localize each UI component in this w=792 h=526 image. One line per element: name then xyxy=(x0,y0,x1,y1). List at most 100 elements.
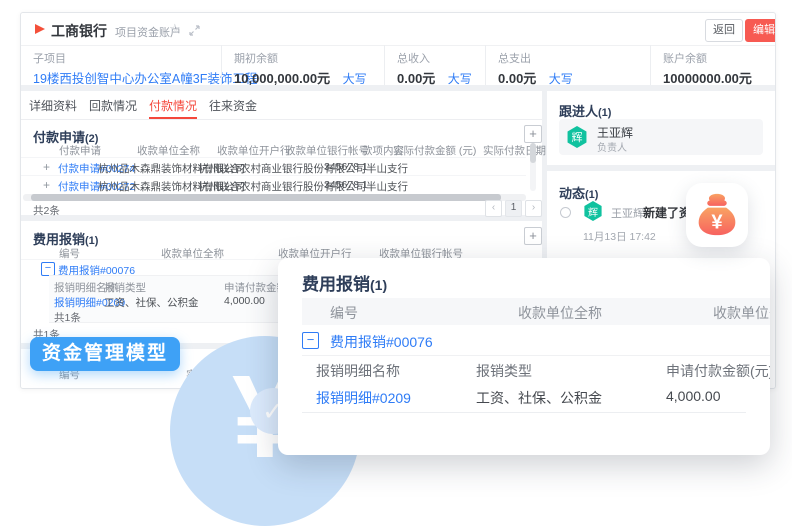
col-header: 收款单位银行帐号 xyxy=(285,143,369,158)
popup-title-text: 费用报销 xyxy=(302,275,370,294)
col-header: 收款单位全称 xyxy=(137,143,200,158)
activity-count: (1) xyxy=(585,189,598,201)
popup-detail-row[interactable]: 报销明细#0209 工资、社保、公积金 4,000.00 xyxy=(302,380,746,413)
tab-receipts[interactable]: 回款情况 xyxy=(89,97,141,114)
activity-user: 王亚辉 xyxy=(611,205,644,221)
popup-detail-col-header: 申请付款金额(元) xyxy=(666,361,770,381)
tab-details[interactable]: 详细资料 xyxy=(29,97,81,114)
col-header: 付款申请 xyxy=(59,143,101,158)
popup-detail-type: 工资、社保、公积金 xyxy=(476,388,602,408)
tab-payments[interactable]: 付款情况 xyxy=(149,97,201,114)
moneybag-app-icon: ¥ xyxy=(686,183,748,247)
summary-field-subproject: 子项目 19楼西投创智中心办公室A幢3F装饰工程 xyxy=(21,45,221,85)
back-button[interactable]: 返回 xyxy=(705,19,743,42)
popup-col-header: 编号 xyxy=(330,303,358,323)
followers-title-text: 跟进人 xyxy=(559,104,598,119)
payments-total: 共2条 xyxy=(33,203,60,218)
expense-zoom-popup: 费用报销(1) 编号 收款单位全称 收款单位开户行 − 费用报销#00076 报… xyxy=(278,258,770,455)
popup-title: 费用报销(1) xyxy=(302,270,387,295)
detail-total: 共1条 xyxy=(54,310,81,325)
field-value: 0.00元 xyxy=(397,71,435,86)
activity-title-text: 动态 xyxy=(559,186,585,201)
follower-avatar: 辉 xyxy=(566,126,588,148)
followers-panel: 跟进人(1) 辉 王亚辉 负责人 xyxy=(547,91,775,165)
payment-content: 1 xyxy=(362,161,368,173)
moneybag-icon: ¥ xyxy=(695,192,739,238)
summary-row: 子项目 19楼西投创智中心办公室A幢3F装饰工程 期初余额 10,000,000… xyxy=(21,45,775,85)
field-value: 0.00元 xyxy=(498,71,536,86)
popup-expense-row[interactable]: − 费用报销#00076 xyxy=(302,325,770,356)
expenses-count: (1) xyxy=(85,235,98,247)
followers-title: 跟进人(1) xyxy=(559,101,611,120)
summary-field-account-balance: 账户余额 10000000.00元 xyxy=(650,45,775,85)
expand-row-icon[interactable]: + xyxy=(43,160,50,174)
active-tab-underline xyxy=(149,117,197,119)
payment-row[interactable]: + 付款申请#00272 杭州品木森鼎装饰材料有限公司 杭州联合农村商业银行股份… xyxy=(21,175,526,194)
caps-link[interactable]: 大写 xyxy=(549,72,573,86)
activity-avatar: 辉 xyxy=(583,201,603,221)
pagination-current-page[interactable]: 1 xyxy=(505,200,522,217)
col-header: 实际付款日期 xyxy=(483,143,546,158)
field-value: 10000000.00元 xyxy=(663,68,775,87)
payment-row[interactable]: + 付款申请#00274 杭州品木森鼎装饰材料有限公司 杭州联合农村商业银行股份… xyxy=(21,157,526,176)
field-label: 子项目 xyxy=(33,50,221,66)
expand-icon[interactable] xyxy=(189,23,200,41)
payment-account: 345678 xyxy=(324,179,359,191)
col-header: 实际付款金额 (元) xyxy=(393,143,476,158)
popup-expense-id-link[interactable]: 费用报销#00076 xyxy=(330,332,433,352)
field-label: 账户余额 xyxy=(663,50,775,66)
popup-col-header: 收款单位全称 xyxy=(518,303,602,323)
summary-field-opening-balance: 期初余额 10,000,000.00元 大写 xyxy=(221,45,384,85)
subproject-link[interactable]: 19楼西投创智中心办公室A幢3F装饰工程 xyxy=(33,68,221,87)
collapse-row-icon[interactable]: − xyxy=(41,262,55,276)
popup-col-header: 收款单位开户行 xyxy=(713,303,770,323)
star-icon[interactable]: ☆ xyxy=(169,21,181,37)
pagination-prev-button[interactable]: ‹ xyxy=(485,200,502,217)
table-hscrollbar-thumb[interactable] xyxy=(31,194,501,201)
activity-time: 11月13日 17:42 xyxy=(583,229,656,244)
payments-panel: 详细资料 回款情况 付款情况 往来资金 付款申请(2) + 付款申请 收款单位全… xyxy=(21,91,542,215)
detail-amount: 4,000.00 xyxy=(224,295,265,307)
pagination-next-button[interactable]: › xyxy=(525,200,542,217)
edit-button[interactable]: 编辑 xyxy=(745,19,776,42)
detail-type: 工资、社保、公积金 xyxy=(104,295,199,310)
expand-row-icon[interactable]: + xyxy=(43,178,50,192)
popup-detail-id-link[interactable]: 报销明细#0209 xyxy=(316,388,411,408)
follower-card[interactable]: 辉 王亚辉 负责人 xyxy=(559,119,763,155)
popup-detail-amount: 4,000.00 xyxy=(666,388,721,404)
popup-collapse-icon[interactable]: − xyxy=(302,332,319,349)
add-expense-button[interactable]: + xyxy=(524,227,542,245)
page-title: 工商银行 xyxy=(51,21,107,41)
field-value: 10,000,000.00元 xyxy=(234,71,330,86)
caps-link[interactable]: 大写 xyxy=(448,72,472,86)
payment-bank: 杭州联合农村商业银行股份有限公司半山支行 xyxy=(198,161,408,176)
tab-funds[interactable]: 往来资金 xyxy=(209,97,261,114)
summary-field-total-income: 总收入 0.00元 大写 xyxy=(384,45,485,85)
title-row: 工商银行 项目资金账户 ☆ 返回 编辑 xyxy=(21,13,775,46)
model-badge: 资金管理模型 xyxy=(30,337,180,371)
popup-detail-col-header: 报销类型 xyxy=(476,361,532,381)
svg-text:¥: ¥ xyxy=(711,212,723,234)
activity-title: 动态(1) xyxy=(559,183,598,202)
table-vscrollbar-thumb[interactable] xyxy=(530,143,536,163)
field-label: 总支出 xyxy=(498,50,650,66)
col-header: 收款单位开户行 xyxy=(217,143,291,158)
popup-title-count: (1) xyxy=(370,277,387,293)
summary-field-total-expense: 总支出 0.00元 大写 xyxy=(485,45,650,85)
followers-count: (1) xyxy=(598,107,611,119)
payment-account: 345678 xyxy=(324,161,359,173)
add-payment-button[interactable]: + xyxy=(524,125,542,143)
field-label: 期初余额 xyxy=(234,50,384,66)
expenses-title-text: 费用报销 xyxy=(33,232,85,247)
detail-col-header: 报销类型 xyxy=(104,280,146,295)
payment-content: 1 xyxy=(362,179,368,191)
payment-bank: 杭州联合农村商业银行股份有限公司半山支行 xyxy=(198,179,408,194)
follower-role: 负责人 xyxy=(597,139,627,154)
field-label: 总收入 xyxy=(397,50,485,66)
screenshot-root: { "app": { "title": "工商银行", "subtitle": … xyxy=(0,0,792,459)
tab-bar: 详细资料 回款情况 付款情况 往来资金 xyxy=(21,91,542,120)
popup-detail-col-header: 报销明细名称 xyxy=(316,361,400,381)
caps-link[interactable]: 大写 xyxy=(343,72,367,86)
header-panel: 工商银行 项目资金账户 ☆ 返回 编辑 子项目 19楼西投创智中心办公室A幢3F… xyxy=(21,13,775,85)
clock-icon xyxy=(560,207,571,218)
